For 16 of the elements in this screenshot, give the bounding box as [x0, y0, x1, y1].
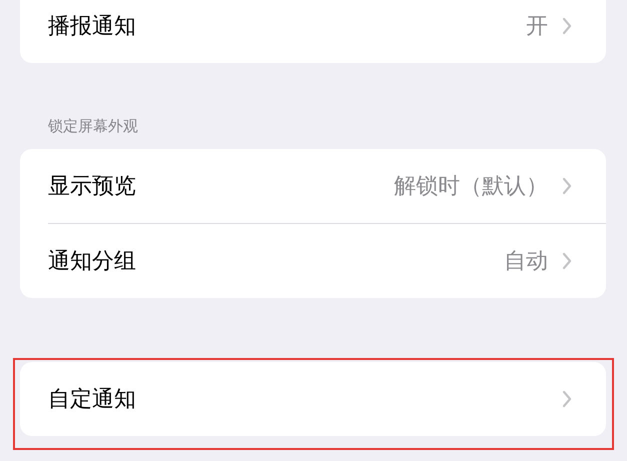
row-label: 播报通知 [48, 13, 136, 41]
settings-row[interactable]: 自定通知 [20, 362, 606, 436]
row-label: 显示预览 [48, 173, 136, 201]
settings-row[interactable]: 播报通知 开 [20, 0, 606, 63]
chevron-icon [562, 252, 572, 270]
row-label: 自定通知 [48, 386, 136, 414]
chevron-icon [562, 390, 572, 408]
chevron-icon [562, 177, 572, 195]
section-header: 锁定屏幕外观 [48, 116, 139, 136]
row-label: 通知分组 [48, 248, 136, 276]
row-value: 解锁时（默认） [394, 173, 548, 201]
settings-row[interactable]: 通知分组 自动 [20, 224, 606, 298]
chevron-icon [562, 17, 572, 35]
row-value: 自动 [504, 248, 548, 276]
row-value: 开 [526, 13, 548, 41]
settings-row[interactable]: 显示预览 解锁时（默认） [20, 149, 606, 223]
